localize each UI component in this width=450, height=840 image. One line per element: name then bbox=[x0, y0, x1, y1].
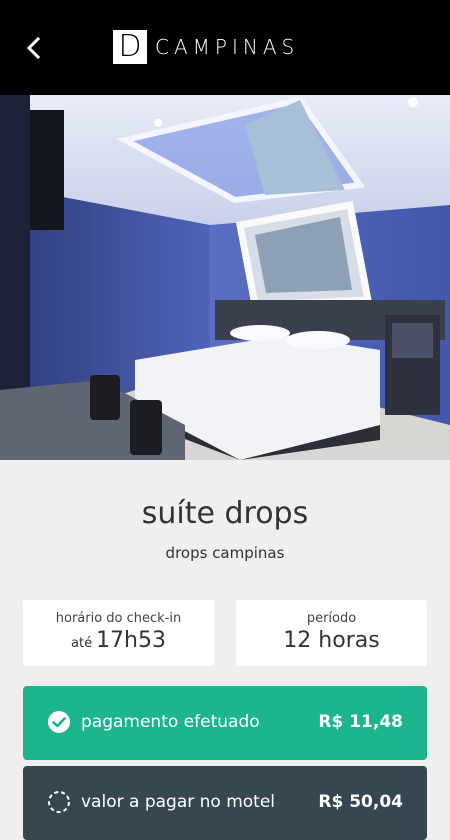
payment-completed-amount: R$ 11,48 bbox=[318, 712, 403, 732]
checkin-card: horário do check-in até 17h53 bbox=[23, 600, 214, 666]
logo-text: CAMPINAS bbox=[155, 35, 300, 59]
checkin-prefix: até bbox=[71, 636, 93, 651]
checkin-time: 17h53 bbox=[96, 628, 166, 653]
payment-completed-row[interactable]: pagamento efetuado R$ 11,48 bbox=[23, 686, 427, 760]
app-header: D CAMPINAS bbox=[0, 0, 450, 95]
logo-letter: D bbox=[113, 30, 147, 64]
suite-title: suíte drops bbox=[141, 496, 309, 531]
payment-completed-label: pagamento efetuado bbox=[81, 712, 260, 732]
chevron-left-icon bbox=[26, 37, 41, 59]
checkin-label: horário do check-in bbox=[55, 611, 182, 626]
period-card: período 12 horas bbox=[236, 600, 427, 666]
amount-due-row[interactable]: valor a pagar no motel R$ 50,04 bbox=[23, 766, 427, 840]
back-button[interactable] bbox=[18, 32, 50, 64]
check-circle-icon bbox=[48, 711, 70, 733]
dashed-circle-icon bbox=[48, 791, 70, 813]
amount-due-value: R$ 50,04 bbox=[318, 792, 403, 812]
checkin-value-row: até 17h53 bbox=[23, 628, 214, 653]
suite-photo bbox=[0, 95, 450, 460]
period-label: período bbox=[306, 611, 357, 626]
motel-name: drops campinas bbox=[165, 544, 285, 562]
period-value: 12 horas bbox=[283, 628, 380, 653]
amount-due-label: valor a pagar no motel bbox=[81, 792, 276, 812]
brand-logo: D CAMPINAS bbox=[113, 30, 299, 64]
